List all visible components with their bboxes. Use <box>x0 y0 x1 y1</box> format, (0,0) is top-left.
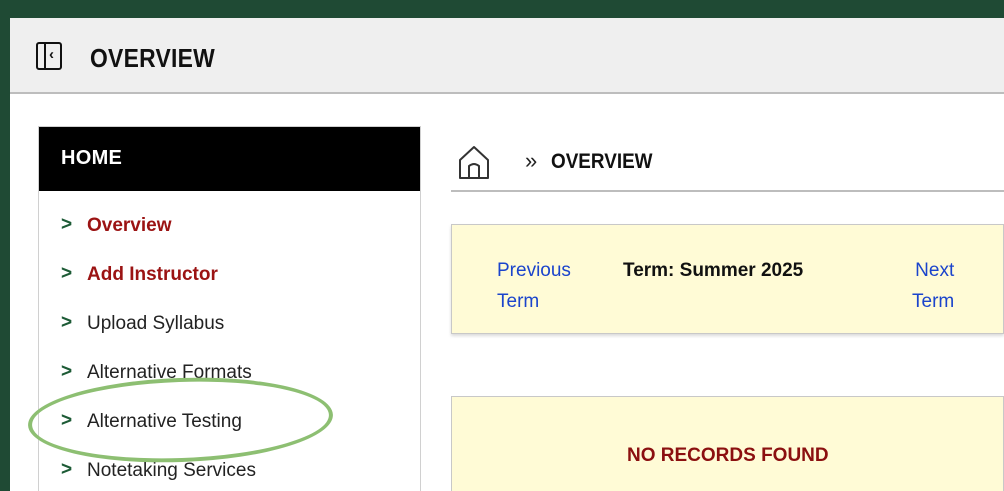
sidebar-item-label: Alternative Formats <box>87 362 252 383</box>
no-records-message: NO RECORDS FOUND <box>627 445 829 466</box>
sidebar-item-add-instructor[interactable]: > Add Instructor <box>39 252 420 301</box>
chevron-right-icon: > <box>61 361 73 382</box>
breadcrumb-current: OVERVIEW <box>551 150 653 173</box>
home-icon[interactable] <box>457 144 491 180</box>
chevron-right-icon: > <box>61 459 73 480</box>
sidebar-collapse-icon[interactable]: ‹ <box>36 42 62 70</box>
next-term-link[interactable]: Next Term <box>912 255 954 317</box>
sidebar-item-label: Alternative Testing <box>87 411 242 432</box>
sidebar-item-overview[interactable]: > Overview <box>39 203 420 252</box>
sidebar-nav: HOME > Overview > Add Instructor > Uploa… <box>38 126 421 491</box>
next-term-line2: Term <box>912 291 955 312</box>
sidebar-item-alternative-formats[interactable]: > Alternative Formats <box>39 350 420 399</box>
sidebar-item-label: Overview <box>87 215 172 236</box>
chevron-right-icon: > <box>61 312 73 333</box>
sidebar-list: > Overview > Add Instructor > Upload Syl… <box>39 191 420 491</box>
previous-term-line1: Previous <box>497 260 571 281</box>
sidebar-item-notetaking-services[interactable]: > Notetaking Services <box>39 448 420 491</box>
previous-term-line2: Term <box>497 291 540 312</box>
sidebar-heading: HOME <box>39 127 420 191</box>
sidebar-item-upload-syllabus[interactable]: > Upload Syllabus <box>39 301 420 350</box>
chevron-right-icon: > <box>61 263 73 284</box>
page-title: OVERVIEW <box>90 43 216 73</box>
chevron-right-icon: > <box>61 214 73 235</box>
chevron-left-icon: ‹ <box>49 46 54 63</box>
sidebar-item-label: Notetaking Services <box>87 460 256 481</box>
top-bar: ‹ OVERVIEW <box>10 18 1004 94</box>
breadcrumb-separator: » <box>525 148 538 173</box>
app-window: ‹ OVERVIEW HOME > Overview > Add Instruc… <box>10 18 1004 491</box>
sidebar-item-label: Add Instructor <box>87 264 218 285</box>
chevron-right-icon: > <box>61 410 73 431</box>
previous-term-link[interactable]: Previous Term <box>497 255 571 317</box>
sidebar-item-label: Upload Syllabus <box>87 313 225 334</box>
sidebar-item-alternative-testing[interactable]: > Alternative Testing <box>39 399 420 448</box>
next-term-line1: Next <box>915 260 955 281</box>
breadcrumb: » OVERVIEW <box>451 136 1004 192</box>
term-selector: Previous Term Term: Summer 2025 Next Ter… <box>451 224 1004 334</box>
records-panel: NO RECORDS FOUND <box>451 396 1004 491</box>
current-term-label: Term: Summer 2025 <box>623 260 804 281</box>
